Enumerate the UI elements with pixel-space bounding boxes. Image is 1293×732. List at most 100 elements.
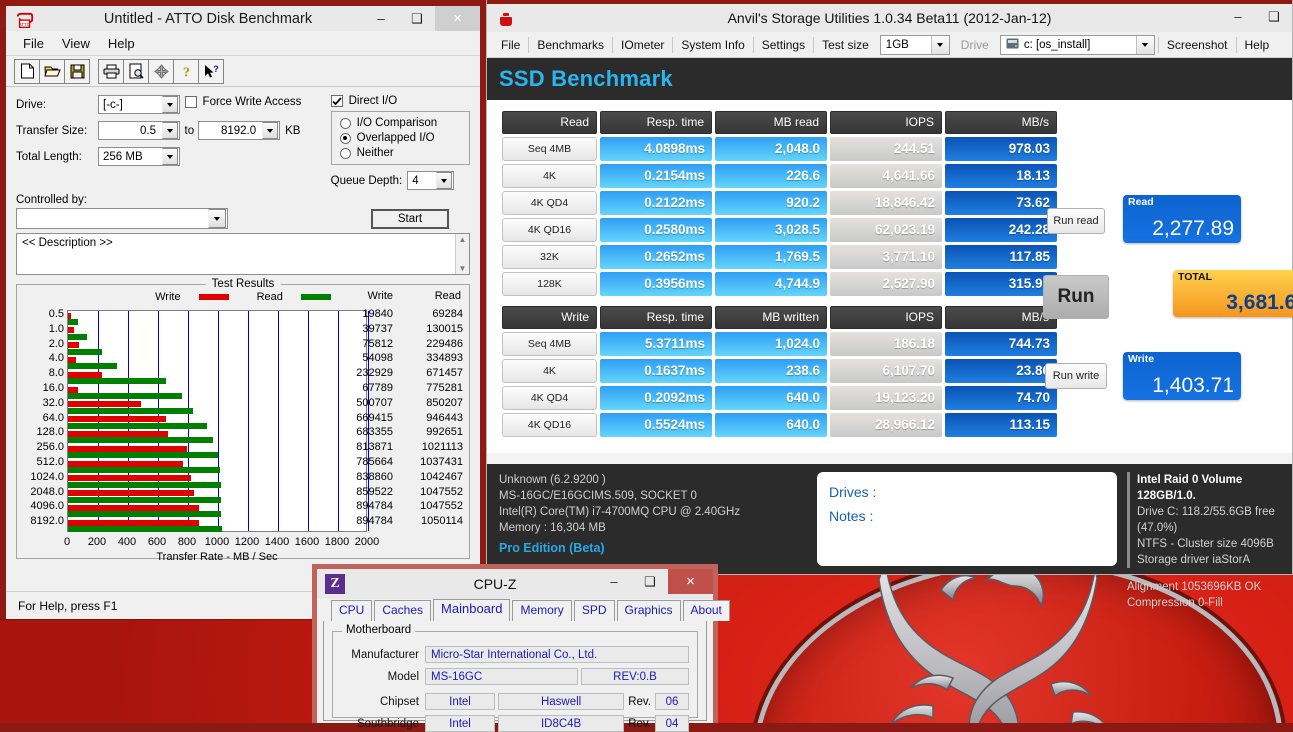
chevron-down-icon[interactable] [262, 122, 279, 139]
read-row-label[interactable]: 128K [502, 272, 597, 296]
cpuz-window[interactable]: Z CPU-Z – ❑ × CPU Caches Mainboard Memory SP… [312, 564, 730, 732]
description-scrollbar[interactable]: ▲ ▼ [455, 234, 469, 274]
menu-item-iometer[interactable]: IOmeter [613, 35, 672, 55]
overlapped-io-radio[interactable] [339, 132, 351, 144]
menu-item-file[interactable]: File [493, 35, 528, 55]
chart-read-value: 850207 [426, 396, 463, 409]
run-button[interactable]: Run [1043, 275, 1109, 319]
tab-graphics[interactable]: Graphics [616, 600, 681, 621]
tab-mainboard[interactable]: Mainboard [433, 599, 511, 621]
chart-bar-write [68, 460, 184, 467]
cpuz-close-button[interactable]: × [668, 569, 713, 594]
print-preview-icon[interactable] [123, 58, 149, 84]
run-write-button[interactable]: Run write [1045, 363, 1107, 389]
chart-y-tick-label: 1024.0 [30, 470, 64, 483]
atto-minimize-button[interactable]: – [363, 6, 399, 31]
chevron-down-icon[interactable] [162, 122, 178, 139]
read-row-label[interactable]: 4K QD16 [502, 218, 597, 242]
cpuz-window-controls[interactable]: – ❑ × [596, 569, 713, 594]
chipset-value: Haswell [498, 693, 625, 710]
anvil-menubar[interactable]: File Benchmarks IOmeter System Info Sett… [487, 32, 1292, 58]
move-icon[interactable] [148, 58, 174, 84]
atto-window-controls[interactable]: – ❑ × [363, 6, 480, 31]
atto-maximize-button[interactable]: ❑ [399, 6, 435, 31]
atto-titlebar[interactable]: ATTO Untitled - ATTO Disk Benchmark – ❑ … [6, 0, 480, 31]
read-row-label[interactable]: 4K [502, 164, 597, 188]
anvil-window-controls[interactable]: – ❑ [1220, 4, 1292, 29]
chart-bar-write [68, 475, 191, 482]
controlled-by-select[interactable] [16, 208, 228, 229]
menu-item-help[interactable]: Help [99, 34, 144, 53]
chevron-down-icon[interactable] [1135, 35, 1154, 54]
cpuz-tab-bar[interactable]: CPU Caches Mainboard Memory SPD Graphics About [317, 599, 730, 621]
atto-menubar[interactable]: File View Help [6, 31, 480, 56]
scroll-up-icon[interactable]: ▲ [456, 234, 469, 246]
direct-io-checkbox[interactable] [330, 95, 343, 107]
help-question-icon[interactable]: ? [173, 58, 199, 84]
drive-value: c: [os_install] [1023, 38, 1091, 51]
menu-item-benchmarks[interactable]: Benchmarks [529, 35, 612, 55]
write-score-value: 1,403.71 [1152, 374, 1234, 397]
anvil-maximize-button[interactable]: ❑ [1256, 4, 1292, 29]
notes-panel[interactable]: Drives : Notes : [817, 472, 1117, 566]
atto-toolbar[interactable]: ? ? [6, 56, 480, 87]
tab-memory[interactable]: Memory [512, 600, 572, 621]
read-iops-cell: 3,771.10 [830, 245, 942, 269]
anvil-titlebar[interactable]: Anvil's Storage Utilities 1.0.34 Beta11 … [487, 0, 1292, 32]
write-row-label[interactable]: 4K QD16 [502, 413, 597, 437]
description-textarea[interactable]: << Description >> ▲ ▼ [16, 233, 470, 275]
chart-y-tick-label: 256.0 [36, 441, 64, 454]
io-comparison-radio[interactable] [339, 117, 351, 129]
anvil-storage-utilities-window[interactable]: Anvil's Storage Utilities 1.0.34 Beta11 … [486, 0, 1293, 609]
tab-spd[interactable]: SPD [573, 600, 615, 621]
read-mb-cell: 1,769.5 [715, 245, 827, 269]
cpuz-titlebar[interactable]: Z CPU-Z – ❑ × [317, 569, 713, 599]
scroll-down-icon[interactable]: ▼ [456, 264, 469, 273]
menu-item-screenshot[interactable]: Screenshot [1159, 35, 1236, 55]
chevron-down-icon[interactable] [208, 209, 226, 228]
save-disk-icon[interactable] [64, 58, 90, 84]
total-length-select[interactable]: 256 MB [98, 147, 180, 166]
drive-select[interactable]: [-c-] [98, 95, 180, 114]
write-row-label[interactable]: Seq 4MB [502, 332, 597, 356]
menu-item-file[interactable]: File [14, 34, 53, 53]
chevron-down-icon[interactable] [162, 96, 178, 113]
menu-item-view[interactable]: View [53, 34, 99, 53]
read-row-label[interactable]: 4K QD4 [502, 191, 597, 215]
queue-depth-select[interactable]: 4 [407, 171, 455, 190]
menu-item-system-info[interactable]: System Info [673, 35, 752, 55]
anvil-minimize-button[interactable]: – [1220, 4, 1256, 29]
chevron-down-icon[interactable] [930, 35, 949, 54]
force-write-access-checkbox[interactable] [184, 96, 197, 108]
write-row-label[interactable]: 4K [502, 359, 597, 383]
test-size-select[interactable]: 1GB [879, 34, 950, 55]
test-size-label: Test size [822, 37, 869, 52]
chart-x-tick-label: 1000 [204, 536, 230, 548]
transfer-size-from-select[interactable]: 0.5 [98, 121, 180, 140]
menu-item-help[interactable]: Help [1237, 35, 1278, 55]
new-document-icon[interactable] [14, 58, 40, 84]
read-row-label[interactable]: Seq 4MB [502, 137, 597, 161]
open-folder-icon[interactable] [39, 58, 65, 84]
atto-disk-benchmark-window[interactable]: ATTO Untitled - ATTO Disk Benchmark – ❑ … [0, 0, 486, 619]
tab-cpu[interactable]: CPU [331, 600, 373, 621]
read-row-label[interactable]: 32K [502, 245, 597, 269]
chevron-down-icon[interactable] [162, 148, 178, 165]
menu-item-settings[interactable]: Settings [754, 35, 813, 55]
atto-close-button[interactable]: × [435, 6, 480, 31]
write-row-label[interactable]: 4K QD4 [502, 386, 597, 410]
start-button[interactable]: Start [371, 208, 449, 229]
print-icon[interactable] [98, 58, 124, 84]
cpuz-minimize-button[interactable]: – [596, 569, 632, 594]
chart-bar-write [68, 504, 200, 511]
cpuz-maximize-button[interactable]: ❑ [632, 569, 668, 594]
neither-radio[interactable] [339, 147, 351, 159]
context-help-icon[interactable]: ? [198, 58, 224, 84]
run-read-button[interactable]: Run read [1047, 208, 1105, 234]
transfer-size-to-select[interactable]: 8192.0 [198, 121, 281, 140]
chart-write-value: 894784 [356, 515, 393, 528]
tab-about[interactable]: About [682, 600, 730, 621]
chevron-down-icon[interactable] [436, 172, 453, 189]
drive-select[interactable]: c: [os_install] [999, 34, 1155, 55]
tab-caches[interactable]: Caches [374, 600, 432, 621]
